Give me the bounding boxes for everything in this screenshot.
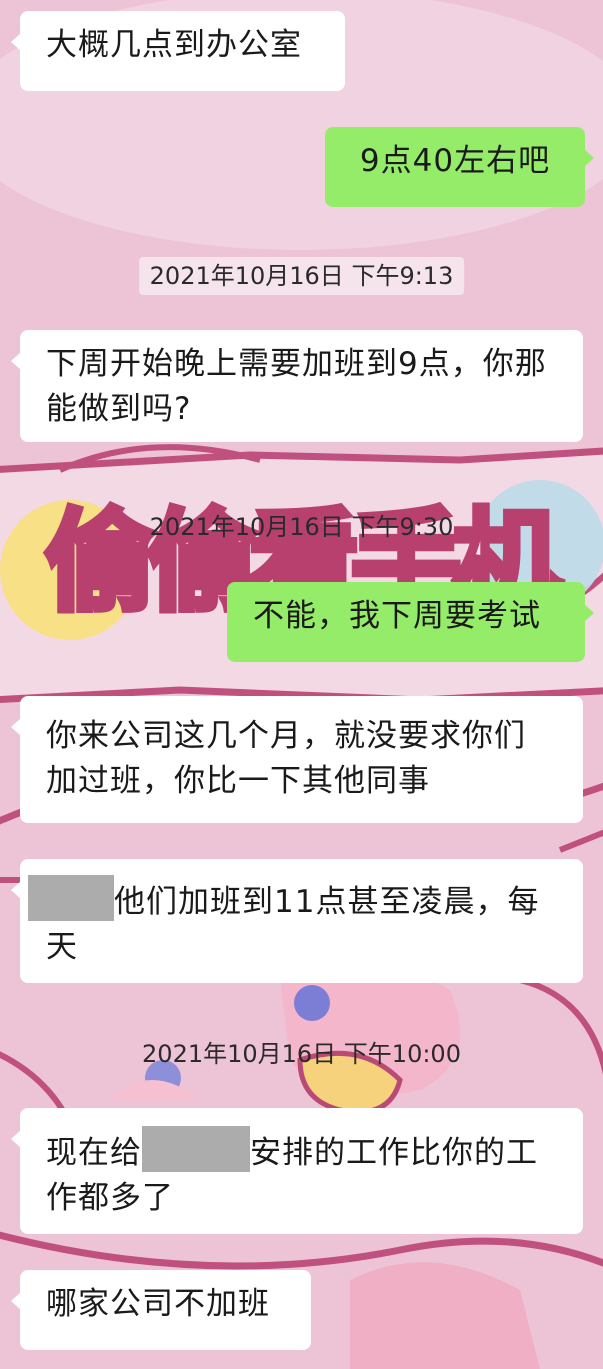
message-incoming[interactable]: 你来公司这几个月，就没要求你们加过班，你比一下其他同事	[11, 696, 583, 823]
message-text: 大概几点到办公室	[46, 27, 302, 63]
message-incoming[interactable]: 哪家公司不加班	[11, 1270, 311, 1350]
message-incoming[interactable]: 现在给 安排的工作比你的工 作都多了	[11, 1108, 583, 1234]
message-incoming[interactable]: 他们加班到11点甚至凌晨，每 天	[11, 859, 583, 983]
message-text-line2: 作都多了	[46, 1180, 174, 1216]
message-incoming[interactable]: 大概几点到办公室	[11, 11, 345, 91]
message-outgoing[interactable]: 不能，我下周要考试	[227, 582, 594, 662]
message-incoming[interactable]: 下周开始晚上需要加班到9点，你那能做到吗?	[11, 330, 583, 442]
timestamp: 2021年10月16日 下午9:30	[149, 513, 454, 541]
message-text: 哪家公司不加班	[46, 1286, 270, 1322]
message-text: 现在给	[46, 1135, 142, 1171]
timestamp: 2021年10月16日 下午9:13	[138, 257, 465, 295]
message-text: 你来公司这几个月，就没要求你们加过班，你比一下其他同事	[46, 718, 526, 799]
message-outgoing[interactable]: 9点40左右吧	[325, 127, 594, 207]
message-text: 不能，我下周要考试	[253, 598, 541, 634]
message-text: 他们加班到11点甚至凌晨，每	[114, 884, 540, 920]
message-text-line2: 天	[46, 929, 78, 965]
message-text: 安排的工作比你的工	[250, 1135, 538, 1171]
redacted-name-block	[142, 1126, 250, 1172]
message-text: 9点40左右吧	[359, 143, 551, 179]
message-text: 下周开始晚上需要加班到9点，你那能做到吗?	[46, 346, 547, 427]
timestamp: 2021年10月16日 下午10:00	[142, 1040, 461, 1068]
redacted-name-block	[28, 875, 114, 921]
